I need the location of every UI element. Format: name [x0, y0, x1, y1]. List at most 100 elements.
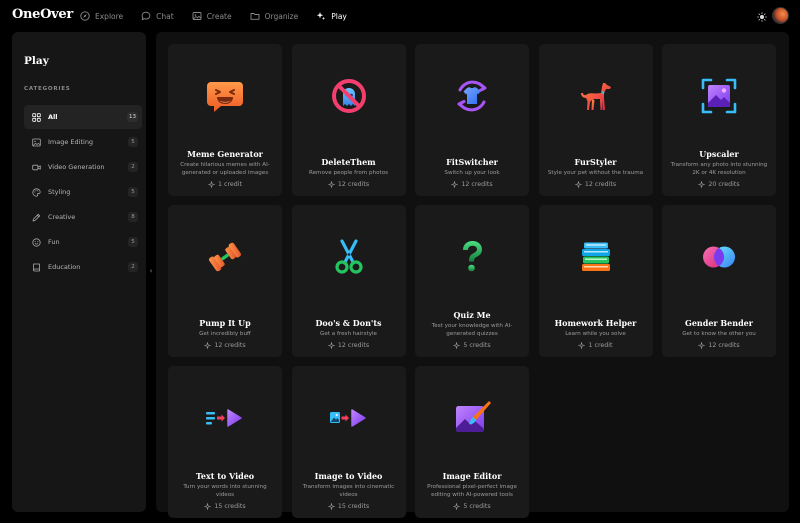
card-text-to-video[interactable]: Text to Video Turn your words into stunn…	[168, 366, 282, 518]
nav-create[interactable]: Create	[192, 0, 232, 32]
card-credits: 5 credits	[421, 503, 523, 510]
sparkle-icon	[575, 181, 582, 188]
card-homework-helper[interactable]: Homework Helper Learn while you solve 1 …	[538, 205, 653, 357]
category-count-badge: 8	[128, 212, 138, 222]
shirt-swap-icon	[452, 76, 492, 116]
tool-grid: Meme Generator Create hilarious memes wi…	[168, 44, 776, 518]
ghost-prohibited-icon	[329, 76, 369, 116]
sidebar-item-label: Video Generation	[48, 163, 105, 171]
card-credits: 12 credits	[298, 342, 400, 349]
card-title: DeleteThem	[321, 156, 376, 167]
card-description: Test your knowledge with AI-generated qu…	[431, 323, 513, 337]
sparkle-icon	[453, 503, 461, 510]
credits-label: 12 credits	[708, 342, 740, 349]
card-image-editor[interactable]: Image Editor Professional pixel-perfect …	[415, 366, 529, 518]
sidebar-item-education[interactable]: Education 2	[24, 255, 142, 279]
card-description: Get to know the other you	[682, 330, 756, 337]
sparkle-icon	[204, 503, 212, 510]
card-credits: 1 credit	[174, 181, 276, 188]
category-list: All 13 Image Editing 5 Video Generation …	[24, 105, 142, 280]
card-furstyler[interactable]: FurStyler Style your pet without the tra…	[538, 44, 653, 196]
card-title: Meme Generator	[187, 149, 263, 159]
sidebar-item-all[interactable]: All 13	[24, 105, 142, 129]
card-credits: 15 credits	[298, 503, 400, 510]
video-camera-icon	[32, 163, 41, 172]
nav-play[interactable]: Play	[316, 0, 347, 32]
card-title: Doo's & Don'ts	[315, 317, 382, 328]
books-stack-icon	[576, 237, 616, 277]
sidebar-item-fun[interactable]: Fun 5	[24, 230, 142, 254]
card-description: Create hilarious memes with AI-generated…	[180, 162, 270, 176]
sun-icon	[757, 7, 767, 26]
card-title: Image Editor	[442, 471, 502, 481]
sidebar-title: Play	[24, 55, 49, 67]
folder-icon	[250, 11, 260, 21]
sidebar-item-video-generation[interactable]: Video Generation 2	[24, 155, 142, 179]
upscale-frame-icon	[699, 76, 739, 116]
sidebar-item-label: Fun	[48, 238, 60, 246]
card-title: Text to Video	[195, 471, 255, 481]
nav-chat[interactable]: Chat	[141, 0, 174, 32]
credits-label: 12 credits	[337, 342, 370, 349]
sidebar-item-styling[interactable]: Styling 5	[24, 180, 142, 204]
category-count-badge: 5	[128, 187, 138, 197]
grid-icon	[32, 112, 41, 122]
sidebar-item-creative[interactable]: Creative 8	[24, 205, 142, 229]
sidebar-item-label: All	[48, 113, 58, 121]
category-count-badge: 5	[128, 237, 138, 247]
sidebar: Play CATEGORIES All 13 Image Editing 5 V…	[12, 32, 146, 512]
card-title: Homework Helper	[554, 317, 637, 328]
card-doos-and-donts[interactable]: Doo's & Don'ts Get a fresh hairstyle 12 …	[291, 205, 406, 357]
sparkle-icon	[328, 181, 335, 188]
card-title: Gender Bender	[685, 317, 753, 328]
card-credits: 12 credits	[421, 181, 523, 188]
category-count-badge: 2	[128, 162, 138, 172]
theme-toggle-button[interactable]	[755, 9, 769, 23]
card-meme-generator[interactable]: Meme Generator Create hilarious memes wi…	[168, 44, 282, 196]
sidebar-item-image-editing[interactable]: Image Editing 5	[24, 130, 142, 154]
credits-label: 15 credits	[214, 503, 246, 510]
dog-icon	[576, 76, 616, 116]
sidebar-collapse-handle[interactable]: ‹	[147, 265, 155, 277]
overlapping-circles-icon	[699, 237, 739, 277]
card-credits: 12 credits	[668, 342, 770, 349]
card-gender-bender[interactable]: Gender Bender Get to know the other you …	[662, 205, 776, 357]
sparkle-icon	[698, 342, 706, 349]
card-title: Image to Video	[314, 471, 383, 481]
question-mark-icon	[452, 237, 492, 277]
sparkle-icon	[208, 181, 215, 188]
top-bar: OneOver Explore Chat Create Organize Pla…	[0, 0, 800, 32]
book-icon	[32, 263, 41, 272]
card-pump-it-up[interactable]: Pump It Up Get incredibly buff 12 credit…	[168, 205, 282, 357]
pen-icon	[32, 213, 41, 222]
card-credits: 5 credits	[421, 342, 523, 349]
app-logo[interactable]: OneOver	[12, 7, 73, 22]
user-avatar[interactable]	[772, 7, 789, 24]
card-image-to-video[interactable]: Image to Video Transform images into cin…	[291, 366, 406, 518]
card-quiz-me[interactable]: Quiz Me Test your knowledge with AI-gene…	[415, 205, 529, 357]
card-credits: 20 credits	[668, 181, 770, 188]
image-icon	[32, 138, 41, 147]
card-title: Upscaler	[699, 149, 739, 159]
card-description: Learn while you solve	[565, 330, 626, 337]
category-count-badge: 5	[128, 137, 138, 147]
sidebar-item-label: Image Editing	[48, 138, 94, 146]
card-title: FurStyler	[574, 156, 617, 167]
laughing-chat-icon	[205, 76, 245, 116]
nav-label: Organize	[264, 11, 299, 21]
nav-organize[interactable]: Organize	[250, 0, 299, 32]
card-deletethem[interactable]: DeleteThem Remove people from photos 12 …	[291, 44, 406, 196]
card-credits: 12 credits	[298, 181, 400, 188]
card-description: Remove people from photos	[308, 169, 389, 176]
card-credits: 1 credit	[545, 342, 647, 349]
credits-label: 5 credits	[463, 503, 491, 510]
credits-label: 12 credits	[214, 342, 246, 349]
nav-explore[interactable]: Explore	[80, 0, 123, 32]
card-fitswitcher[interactable]: FitSwitcher Switch up your look 12 credi…	[415, 44, 529, 196]
dumbbell-icon	[205, 237, 245, 277]
card-upscaler[interactable]: Upscaler Transform any photo into stunni…	[662, 44, 776, 196]
sparkle-icon	[453, 342, 461, 349]
card-credits: 15 credits	[174, 503, 276, 510]
nav-label: Create	[206, 11, 232, 21]
main-nav: Explore Chat Create Organize Play	[80, 0, 365, 32]
